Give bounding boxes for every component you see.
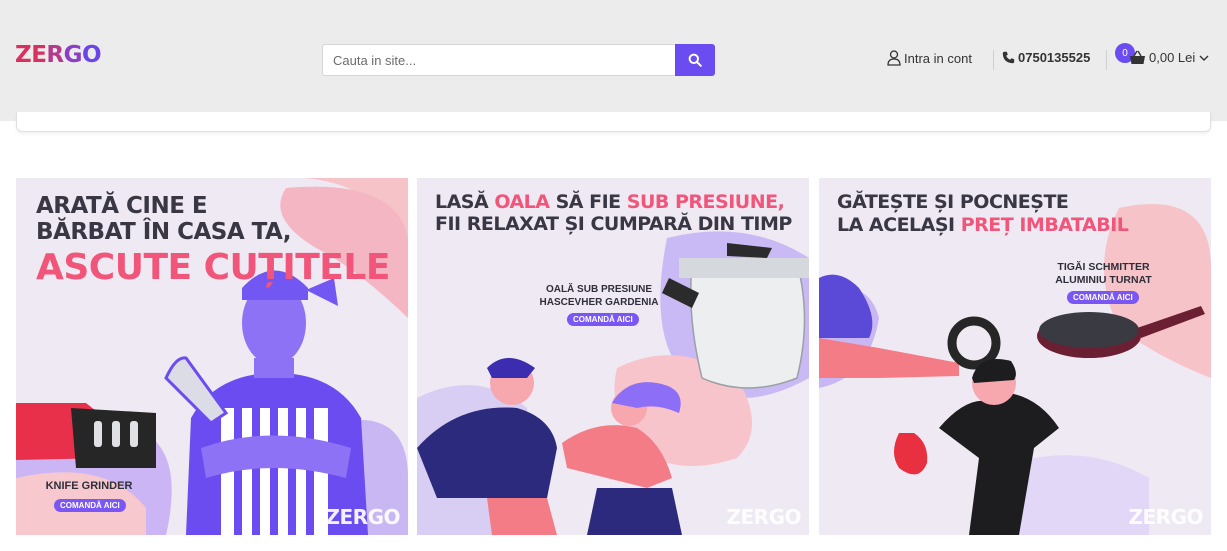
search-bar [322, 44, 715, 76]
banner-pressure-cooker[interactable]: LASĂ OALA SĂ FIE SUB PRESIUNE, FII RELAX… [417, 178, 809, 535]
headline-line: GĂTEȘTE ȘI POCNEȘTE [837, 191, 1069, 213]
headline-line: FII RELAXAT ȘI CUMPARĂ DIN TIMP [435, 213, 792, 235]
product-title-line: ALUMINIU TURNAT [1055, 274, 1152, 287]
headline-highlight: OALA [494, 191, 550, 213]
product-title: TIGĂI SCHMITTER ALUMINIU TURNAT [1041, 261, 1166, 287]
headline-text: LA ACELAȘI [837, 214, 961, 236]
headline-highlight: ASCUTE CUȚITELE [36, 247, 390, 288]
headline-line: LASĂ OALA SĂ FIE SUB PRESIUNE, [435, 193, 792, 212]
account-label: Intra in cont [904, 50, 972, 66]
phone-link[interactable]: 0750135525 [1002, 50, 1090, 65]
headline-text: SĂ FIE [549, 191, 627, 213]
banner-headline: LASĂ OALA SĂ FIE SUB PRESIUNE, FII RELAX… [435, 193, 792, 234]
zergo-watermark: ZERGO [1128, 505, 1204, 529]
logo-letter-4: G [63, 42, 83, 68]
product-title-line: HASCEVHER GARDENIA [539, 296, 659, 308]
site-header: ZERGO Intra in cont 0750135525 0 0,00 Le… [0, 0, 1227, 121]
order-here-button[interactable]: COMANDĂ AICI [567, 313, 639, 326]
search-button[interactable] [675, 44, 715, 76]
zergo-logo[interactable]: ZERGO [15, 42, 102, 68]
chevron-down-icon [1199, 55, 1209, 61]
headline-line: BĂRBAT ÎN CASA TA, [36, 219, 292, 245]
search-input[interactable] [322, 44, 675, 76]
header-divider [1106, 50, 1107, 70]
logo-letter-5: O [82, 42, 102, 68]
product-title: OALĂ SUB PRESIUNE HASCEVHER GARDENIA [529, 284, 669, 309]
shopping-basket-icon [1130, 50, 1145, 64]
phone-number: 0750135525 [1018, 50, 1091, 65]
zergo-watermark: ZERGO [726, 505, 802, 529]
product-title-line: OALĂ SUB PRESIUNE [545, 284, 653, 295]
order-here-button[interactable]: COMANDĂ AICI [1067, 291, 1139, 304]
order-here-button[interactable]: COMANDĂ AICI [54, 499, 126, 512]
logo-letter-2: E [31, 42, 47, 68]
logo-letter-1: Z [15, 42, 32, 68]
headline-highlight: PREȚ IMBATABIL [960, 214, 1129, 236]
user-icon [887, 50, 901, 66]
phone-icon [1002, 51, 1015, 64]
search-icon [688, 53, 702, 67]
banner-knife-grinder[interactable]: ARATĂ CINE E BĂRBAT ÎN CASA TA, ASCUTE C… [16, 178, 408, 535]
headline-line: ARATĂ CINE E [36, 193, 208, 219]
logo-letter-3: R [46, 42, 64, 68]
headline-line: LA ACELAȘI PREȚ IMBATABIL [837, 214, 1129, 236]
product-title: KNIFE GRINDER [45, 480, 133, 492]
banner-headline: GĂTEȘTE ȘI POCNEȘTE LA ACELAȘI PREȚ IMBA… [837, 191, 1129, 236]
banner-headline: ARATĂ CINE E BĂRBAT ÎN CASA TA, ASCUTE C… [36, 195, 390, 286]
navigation-bar [16, 112, 1211, 132]
account-link[interactable]: Intra in cont [887, 50, 972, 66]
header-divider [993, 50, 994, 70]
zergo-watermark: ZERGO [325, 505, 401, 529]
banner-frying-pans[interactable]: GĂTEȘTE ȘI POCNEȘTE LA ACELAȘI PREȚ IMBA… [819, 178, 1211, 535]
cart-total: 0,00 Lei [1149, 50, 1196, 65]
product-title-line: TIGĂI SCHMITTER [1057, 261, 1150, 273]
cart-button[interactable]: 0,00 Lei [1129, 50, 1209, 65]
headline-highlight: SUB PRESIUNE, [626, 191, 785, 213]
headline-text: LASĂ [435, 191, 495, 213]
